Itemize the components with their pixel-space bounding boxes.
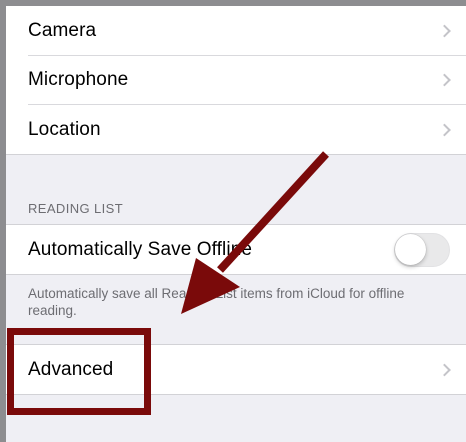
chevron-right-icon	[438, 123, 451, 137]
advanced-label: Advanced	[28, 358, 114, 380]
location-row[interactable]: Location	[6, 105, 466, 155]
reading-list-footer: Automatically save all Reading List item…	[28, 286, 405, 318]
auto-save-offline-row: Automatically Save Offline	[6, 225, 466, 275]
auto-save-offline-label: Automatically Save Offline	[28, 238, 253, 260]
advanced-group: Advanced	[6, 345, 466, 395]
microphone-row[interactable]: Microphone	[6, 56, 466, 106]
camera-row[interactable]: Camera	[6, 6, 466, 56]
settings-screen: Camera Microphone Location READING LIST …	[6, 6, 466, 442]
group-divider	[6, 274, 466, 275]
group-divider	[6, 154, 466, 155]
location-label: Location	[28, 118, 101, 140]
toggle-knob	[395, 233, 426, 265]
group-divider	[6, 394, 466, 395]
chevron-right-icon	[438, 73, 451, 87]
camera-label: Camera	[28, 19, 97, 41]
privacy-settings-group: Camera Microphone Location	[6, 6, 466, 155]
reading-list-group: Automatically Save Offline	[6, 225, 466, 275]
auto-save-offline-toggle[interactable]	[394, 232, 450, 267]
chevron-right-icon	[438, 363, 451, 377]
chevron-right-icon	[438, 24, 451, 38]
reading-list-section-header: READING LIST	[28, 201, 124, 216]
microphone-label: Microphone	[28, 69, 129, 91]
advanced-row[interactable]: Advanced	[6, 345, 466, 395]
